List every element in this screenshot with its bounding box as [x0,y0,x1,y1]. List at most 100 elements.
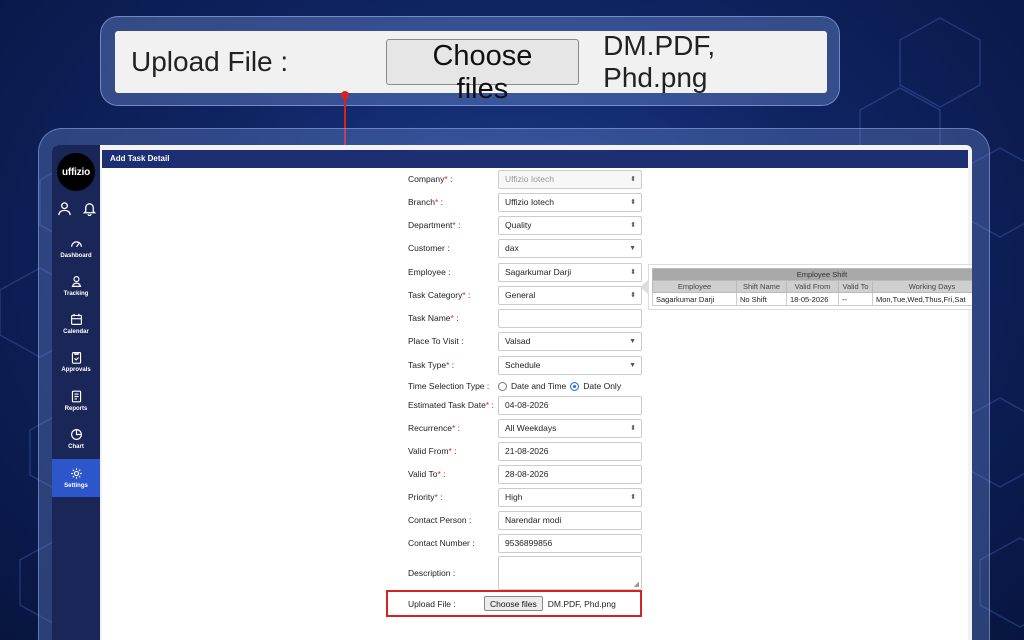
resize-grip-icon[interactable]: ◢ [634,580,639,588]
description-row: Description : ◢ [408,556,642,590]
shift-header-working-days: Working Days [872,280,972,293]
place-to-visit-value: Valsad [505,336,531,346]
description-textarea[interactable]: ◢ [498,556,642,590]
sidebar-item-tracking[interactable]: Tracking [52,267,100,305]
valid-from-input[interactable]: 21-08-2026 [498,441,642,461]
department-select[interactable]: Quality ⬍ [498,215,642,235]
shift-popover-arrow [640,280,648,294]
sidebar-item-label: Tracking [63,291,89,297]
sidebar-item-settings[interactable]: Settings [52,459,100,497]
sidebar-item-approvals[interactable]: Approvals [52,343,100,381]
recurrence-value: All Weekdays [505,423,557,433]
upload-file-label: Upload File : [408,598,456,609]
task-name-label: Task Name [408,313,451,323]
employee-label: Employee : [408,267,451,277]
employee-select[interactable]: Sagarkumar Darji ⬍ [498,262,642,282]
sidebar-item-label: Approvals [61,367,91,373]
sidebar-top-icons [57,201,97,221]
branch-select[interactable]: Uffizio Iotech ⬍ [498,192,642,212]
department-value: Quality [505,220,532,230]
task-name-row: Task Name* : [408,308,642,328]
updown-arrow-icon: ⬍ [630,494,636,501]
valid-from-label: Valid From [408,446,449,456]
task-category-value: General [505,290,536,300]
contact-person-label: Contact Person : [408,515,472,525]
contact-number-input[interactable]: 9536899856 [498,533,642,553]
shift-cell-working-days: Mon,Tue,Wed,Thus,Fri,Sat [872,292,972,306]
employee-shift-table: Employee Shift Employee Shift Name Valid… [652,268,972,306]
place-to-visit-row: Place To Visit : Valsad ▼ [408,331,642,351]
task-name-input[interactable] [498,308,642,328]
recurrence-select[interactable]: All Weekdays ⬍ [498,418,642,438]
branch-label: Branch [408,197,435,207]
task-category-select[interactable]: General ⬍ [498,285,642,305]
date-and-time-radio[interactable] [498,381,507,391]
priority-select[interactable]: High ⬍ [498,487,642,507]
customer-select[interactable]: dax ▼ [498,238,642,258]
sidebar-item-label: Reports [64,406,88,412]
updown-arrow-icon: ⬍ [630,425,636,432]
customer-row: Customer : dax ▼ [408,238,642,258]
callout-choose-files-button[interactable]: Choose files [385,39,580,105]
valid-to-row: Valid To* : 28-08-2026 [408,464,642,484]
contact-number-row: Contact Number : 9536899856 [408,533,642,553]
shift-header-valid-to: Valid To [838,280,873,293]
sidebar-item-chart[interactable]: Chart [52,420,100,458]
estimated-date-label: Estimated Task Date [408,400,486,410]
shift-header-employee: Employee [652,280,737,293]
sidebar-item-dashboard[interactable]: Dashboard [52,229,100,267]
valid-to-input[interactable]: 28-08-2026 [498,464,642,484]
sidebar-item-calendar[interactable]: Calendar [52,305,100,343]
updown-arrow-icon: ⬍ [630,199,636,206]
callout-upload-label: Upload File : [131,46,289,77]
company-select[interactable]: Uffizio Iotech ⬍ [498,169,642,189]
company-value: Uffizio Iotech [505,174,554,184]
employee-shift-panel: Employee Shift Employee Shift Name Valid… [648,264,972,310]
caret-down-icon: ▼ [629,337,636,345]
time-selection-radios: Date and Time Date Only [498,381,621,391]
choose-files-button[interactable]: Choose files [484,596,543,611]
updown-arrow-icon: ⬍ [630,269,636,276]
sidebar-item-label: Chart [68,444,84,450]
company-label: Company [408,174,445,184]
place-to-visit-select[interactable]: Valsad ▼ [498,331,642,351]
sidebar-item-label: Calendar [63,329,89,335]
calendar-icon [70,313,82,325]
date-and-time-label: Date and Time [511,381,567,391]
date-only-radio[interactable] [570,381,580,391]
page-title: Add Task Detail [102,150,968,168]
caret-down-icon: ▼ [629,244,636,252]
uffizio-logo[interactable]: uffizio [57,153,95,191]
valid-from-row: Valid From* : 21-08-2026 [408,441,642,461]
priority-value: High [505,492,523,502]
priority-label: Priority [408,492,435,502]
company-row: Company* : Uffizio Iotech ⬍ [408,169,642,189]
sidebar-item-label: Dashboard [60,253,92,259]
app-screen: uffizio Dashboard Tracking Calendar Appr… [52,145,972,640]
shift-cell-valid-to: -- [838,292,873,306]
shift-cell-shift-name: No Shift [736,292,787,306]
employee-row: Employee : Sagarkumar Darji ⬍ [408,262,642,282]
task-type-label: Task Type [408,360,447,370]
estimated-date-input[interactable]: 04-08-2026 [498,395,642,415]
updown-arrow-icon: ⬍ [630,222,636,229]
employee-value: Sagarkumar Darji [505,267,572,277]
task-type-select[interactable]: Schedule ▼ [498,355,642,375]
branch-row: Branch* : Uffizio Iotech ⬍ [408,192,642,212]
main-content: Add Task Detail Company* : Uffizio Iotec… [100,145,972,640]
contact-person-input[interactable]: Narendar modi [498,510,642,530]
time-selection-row: Time Selection Type : Date and Time Date… [408,376,621,396]
sidebar-item-reports[interactable]: Reports [52,382,100,420]
recurrence-label: Recurrence [408,423,452,433]
place-to-visit-label: Place To Visit : [408,336,464,346]
task-type-row: Task Type* : Schedule ▼ [408,355,642,375]
gauge-icon [70,241,82,248]
department-label: Department [408,220,453,230]
user-icon[interactable] [57,201,72,221]
bell-icon[interactable] [82,201,97,221]
upload-callout: Upload File : Choose files DM.PDF, Phd.p… [100,16,840,106]
gear-icon [70,468,82,479]
task-category-row: Task Category* : General ⬍ [408,285,642,305]
location-person-icon [71,276,81,287]
task-type-value: Schedule [505,360,541,370]
